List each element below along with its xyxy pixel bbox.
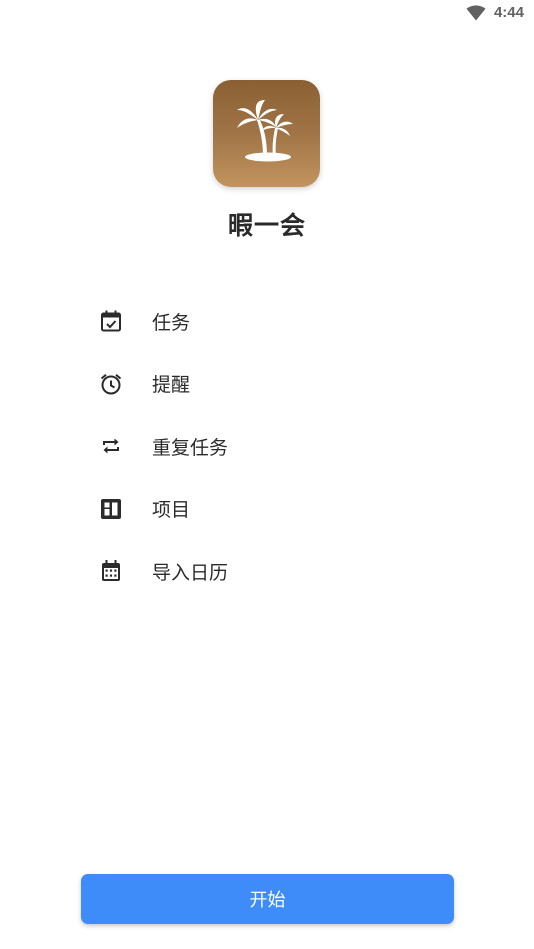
status-bar: 4:44 (0, 0, 534, 28)
start-button[interactable]: 开始 (81, 874, 454, 924)
palm-island-icon (213, 80, 320, 187)
feature-label: 导入日历 (152, 561, 229, 584)
repeat-icon (98, 433, 124, 459)
wifi-icon (466, 5, 486, 21)
feature-label: 任务 (152, 311, 191, 334)
feature-item-reminders: 提醒 (98, 353, 438, 416)
feature-item-tasks: 任务 (98, 290, 438, 353)
calendar-grid-icon (98, 558, 124, 584)
app-name: 暇一会 (227, 211, 306, 240)
feature-item-projects: 项目 (98, 478, 438, 541)
feature-item-repeat-tasks: 重复任务 (98, 415, 438, 478)
feature-label: 提醒 (152, 374, 191, 397)
feature-label: 重复任务 (152, 436, 229, 459)
project-board-icon (98, 496, 124, 522)
feature-list: 任务 提醒 重复任务 项目 导入日历 (98, 290, 438, 603)
alarm-clock-icon (98, 371, 124, 397)
calendar-check-icon (98, 308, 124, 334)
status-indicators: 4:44 (466, 4, 524, 21)
feature-label: 项目 (152, 499, 191, 522)
status-time: 4:44 (493, 4, 524, 21)
feature-item-import-calendar: 导入日历 (98, 540, 438, 603)
